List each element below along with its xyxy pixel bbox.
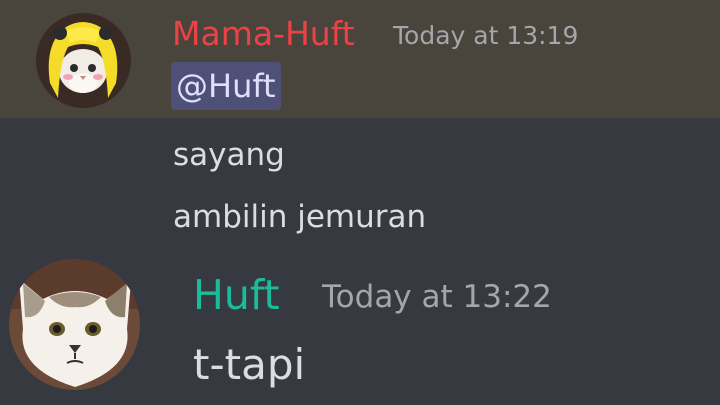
mama-huft-avatar[interactable] [36,13,131,108]
message-author-name[interactable]: Mama-Huft [172,12,355,56]
message-text: ambilin jemuran [173,199,427,235]
user-mention[interactable]: @Huft [171,62,281,110]
message-text: t-tapi [193,340,306,389]
message-timestamp: Today at 13:22 [322,279,552,315]
message-author-name[interactable]: Huft [193,269,280,321]
message-timestamp: Today at 13:19 [393,21,579,50]
message-text: sayang [173,137,285,173]
huft-avatar[interactable] [9,259,140,390]
